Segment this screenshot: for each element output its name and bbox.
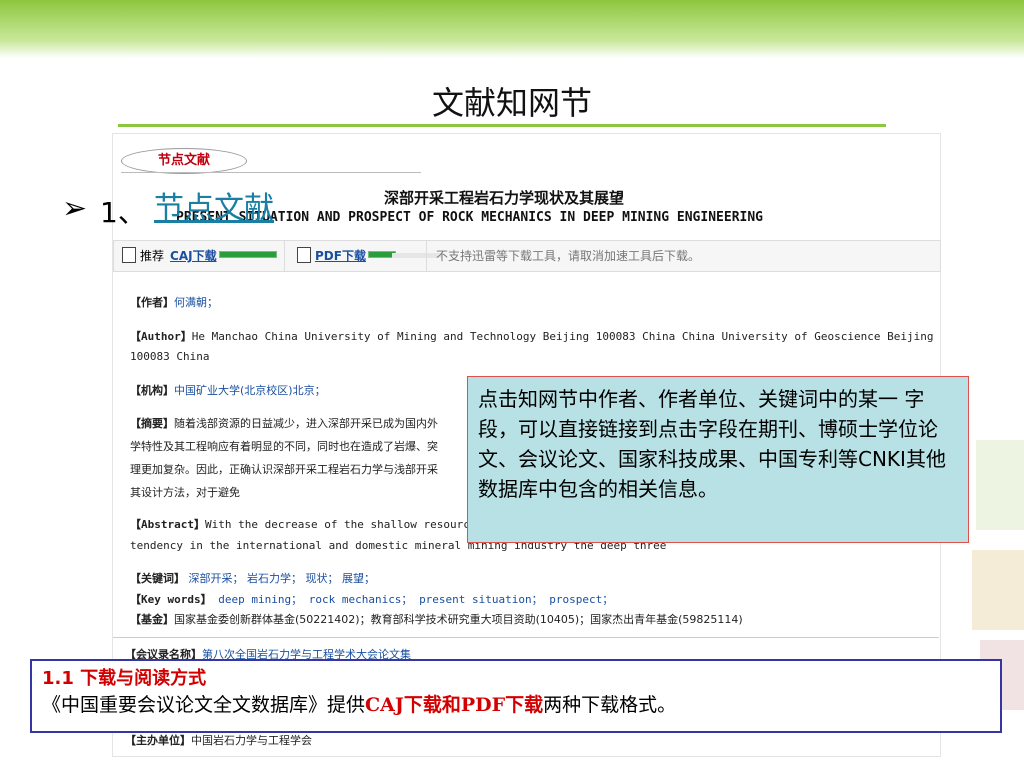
caj-download-link[interactable]: CAJ下载 (170, 249, 217, 263)
fund-row: 【基金】国家基金委创新群体基金(50221402)；教育部科学技术研究重大项目资… (130, 611, 743, 627)
caj-download-gauge (218, 251, 277, 258)
keyword-en-link[interactable]: prospect； (549, 593, 613, 606)
keywords-en-row: 【Key words】 deep mining； rock mechanics；… (130, 591, 613, 607)
pdf-download-link[interactable]: PDF下载 (315, 249, 366, 263)
download-method-note: 1.1 下载与阅读方式 《中国重要会议论文全文数据库》提供CAJ下载和PDF下载… (30, 659, 1002, 733)
node-literature-link[interactable]: 节点文献 (154, 183, 274, 227)
org-link[interactable]: 中国矿业大学(北京校区)北京； (174, 384, 326, 397)
keyword-en-link[interactable]: present situation； (419, 593, 543, 606)
fund-label: 【基金】 (130, 613, 174, 626)
keyword-link[interactable]: 深部开采； (189, 572, 244, 585)
note-body: 《中国重要会议论文全文数据库》提供CAJ下载和PDF下载两种下载格式。 (42, 691, 990, 719)
header-gradient-band (0, 0, 1024, 58)
note-highlight: CAJ下载和PDF下载 (365, 694, 544, 716)
author-en-row: 【Author】He Manchao China University of M… (130, 328, 933, 344)
abstract-line-3: 理更加复杂。因此，正确认识深部开采工程岩石力学与浅部开采 (130, 463, 438, 476)
keyword-link[interactable]: 岩石力学； (247, 572, 302, 585)
paper-title-cn: 深部开采工程岩石力学现状及其展望 (384, 189, 625, 207)
keywords-label: 【关键词】 (130, 572, 185, 585)
organizer-value: 中国岩石力学与工程学会 (191, 734, 312, 747)
section-divider (113, 637, 939, 638)
slide-title: 文献知网节 (431, 84, 592, 122)
author-en-row-2: 100083 China (130, 350, 210, 363)
download-notice: 不支持迅雷等下载工具，请取消加速工具后下载。 (436, 249, 701, 263)
tab-baseline (121, 172, 421, 173)
abstract-line-2: 学特性及其工程响应有着明显的不同，同时也在造成了岩爆、突 (130, 440, 438, 453)
pdf-gauge-track (391, 253, 442, 258)
keyword-link[interactable]: 展望； (342, 572, 375, 585)
author-link[interactable]: 何满朝； (174, 296, 218, 309)
pdf-download-cell: PDF下载 (297, 241, 442, 271)
author-row: 【作者】何满朝； (130, 294, 218, 310)
keywords-en-label: 【Key words】 (130, 593, 212, 606)
title-underline (118, 124, 886, 127)
note-body-suffix: 两种下载格式。 (543, 694, 677, 716)
author-label: 【作者】 (130, 296, 174, 309)
abstract-label: 【摘要】 (130, 417, 174, 430)
caj-download-cell: 推荐 CAJ下载 (122, 241, 277, 271)
node-literature-tab[interactable]: 节点文献 (121, 148, 247, 174)
document-icon (122, 247, 136, 263)
abstract-text: 随着浅部资源的日益减少，进入深部开采已成为国内外 (174, 417, 438, 430)
cell-divider (426, 241, 427, 271)
recommend-label: 推荐 (140, 249, 165, 263)
note-heading: 1.1 下载与阅读方式 (42, 668, 207, 689)
keyword-en-link[interactable]: deep mining； (218, 593, 302, 606)
bullet-arrow-icon: ➢ (62, 191, 88, 226)
author-en-label: 【Author】 (130, 330, 192, 343)
bullet-number: 1、 (100, 196, 146, 229)
abstract-en-line-1: 【Abstract】With the decrease of the shall… (130, 516, 483, 532)
fund-value: 国家基金委创新群体基金(50221402)；教育部科学技术研究重大项目资助(10… (174, 613, 743, 626)
organizer-row: 【主办单位】中国岩石力学与工程学会 (125, 732, 312, 748)
explanation-callout: 点击知网节中作者、作者单位、关键词中的某一 字段，可以直接链接到点击字段在期刊、… (467, 376, 969, 543)
organizer-label: 【主办单位】 (125, 734, 191, 747)
org-label: 【机构】 (130, 384, 174, 397)
abstract-en-text: With the decrease of the shallow resourc… (204, 518, 484, 531)
keywords-row: 【关键词】 深部开采； 岩石力学； 现状； 展望； (130, 570, 375, 586)
note-body-prefix: 《中国重要会议论文全文数据库》提供 (42, 694, 366, 716)
keyword-en-link[interactable]: rock mechanics； (309, 593, 413, 606)
cell-divider (284, 241, 285, 271)
download-bar: 推荐 CAJ下载 PDF下载 不支持迅雷等下载工具，请取消加速工具后下载。 (113, 240, 941, 272)
document-icon (297, 247, 311, 263)
author-en-value: He Manchao China University of Mining an… (191, 330, 934, 343)
abstract-en-label: 【Abstract】 (130, 518, 205, 531)
abstract-line-4: 其设计方法，对于避免 (130, 486, 240, 499)
org-row: 【机构】中国矿业大学(北京校区)北京； (130, 382, 326, 398)
abstract-line-1: 【摘要】随着浅部资源的日益减少，进入深部开采已成为国内外 (130, 415, 438, 431)
keyword-link[interactable]: 现状； (306, 572, 339, 585)
